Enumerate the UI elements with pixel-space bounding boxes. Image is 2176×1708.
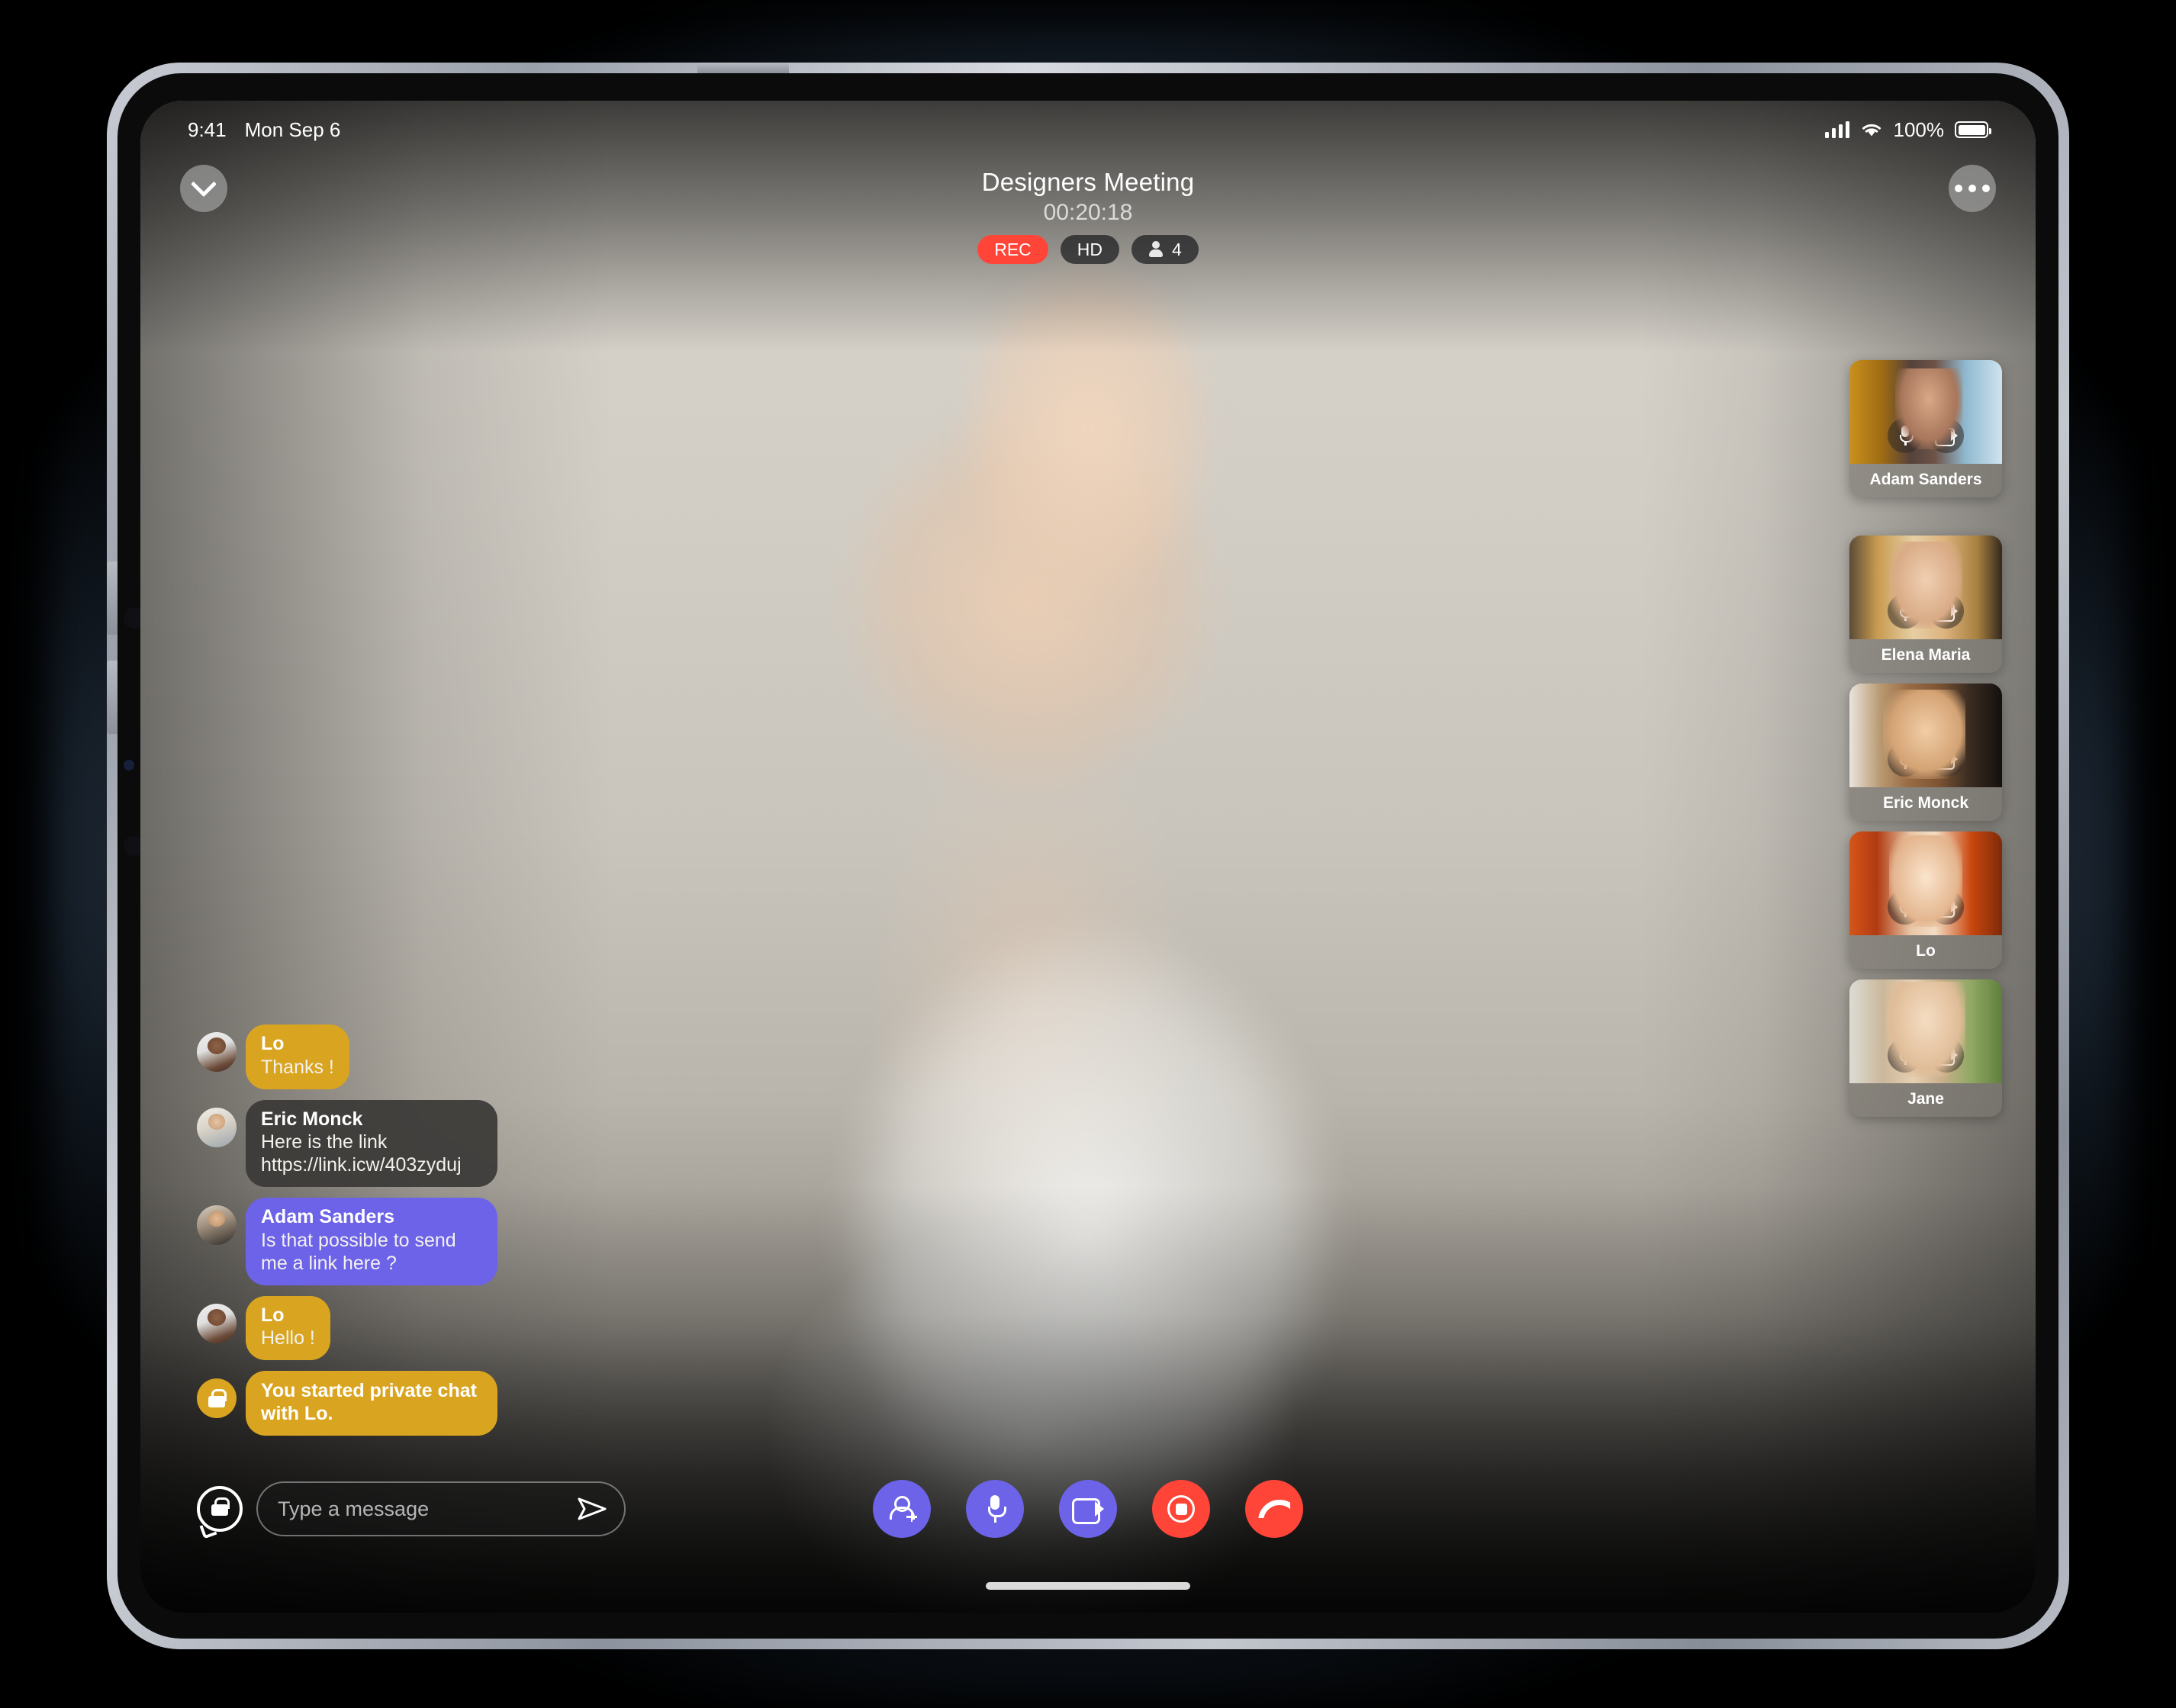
participant-name: Eric Monck [1882,794,1969,812]
participant-name: Lo [1916,942,1936,960]
meeting-info: Designers Meeting 00:20:18 REC HD 4 [977,168,1199,264]
video-camera-icon[interactable] [1929,1037,1964,1073]
participants-count: 4 [1172,239,1182,259]
people-icon [1148,241,1165,258]
microphone-icon[interactable] [1888,889,1923,925]
status-time: 9:41 [188,117,227,141]
stop-recording-button[interactable] [1152,1480,1210,1538]
chat-system-message: You started private chat with Lo. [197,1371,525,1436]
chevron-down-icon [191,171,217,198]
call-timer: 00:20:18 [1043,200,1133,225]
volume-down-button[interactable] [107,661,117,734]
participant-tile-jane[interactable]: Jane [1849,979,2002,1117]
end-call-button[interactable] [1245,1480,1303,1538]
message-sender: Lo [261,1033,285,1054]
home-indicator[interactable] [986,1582,1190,1590]
camera-button[interactable] [1059,1480,1117,1538]
send-icon[interactable] [577,1496,607,1522]
video-camera-icon[interactable] [1929,418,1964,453]
system-bubble: You started private chat with Lo. [246,1371,497,1436]
more-options-button[interactable] [1949,165,1996,212]
microphone-button[interactable] [966,1480,1024,1538]
participants-badge[interactable]: 4 [1131,235,1199,264]
lock-chat-bubble-icon[interactable] [197,1486,243,1539]
avatar [197,1032,237,1072]
avatar [197,1205,237,1245]
status-bar: 9:41 Mon Sep 6 100% [140,101,2036,159]
participant-tile-lo[interactable]: Lo [1849,831,2002,969]
chat-bubble[interactable]: Lo Thanks ! [246,1024,349,1089]
battery-icon [1955,121,1991,138]
avatar [197,1107,237,1147]
participant-tile-eric-monck[interactable]: Eric Monck [1849,684,2002,821]
meeting-title: Designers Meeting [981,168,1195,196]
participant-tile-elena-maria[interactable]: Elena Maria [1849,536,2002,673]
add-user-icon [889,1496,917,1522]
microphone-icon[interactable] [1888,418,1923,453]
cellular-signal-icon [1824,121,1849,138]
message-text: Here is the link https://link.icw/403zyd… [261,1131,462,1176]
participant-rail: Adam Sanders Elena Maria Eric Monck Lo J… [1849,360,2002,1127]
participant-name: Jane [1907,1090,1944,1108]
power-button[interactable] [697,63,789,73]
video-camera-icon[interactable] [1929,889,1964,925]
chat-panel: Lo Thanks ! Eric Monck Here is the link … [197,1014,525,1436]
system-message-text: You started private chat with Lo. [261,1380,477,1424]
video-camera-icon [1072,1498,1104,1524]
hd-badge[interactable]: HD [1060,235,1119,264]
microphone-icon[interactable] [1888,593,1923,629]
sensor-led [124,760,134,770]
message-text: Hello ! [261,1327,315,1349]
microphone-icon[interactable] [1888,741,1923,777]
chat-message[interactable]: Adam Sanders Is that possible to send me… [197,1198,525,1285]
participant-thumbnail [1849,536,2002,639]
bottom-bar [140,1463,2036,1539]
canvas: 9:41 Mon Sep 6 100% Designers Meeting 00… [0,0,2176,1708]
message-sender: Lo [261,1304,285,1326]
chat-message[interactable]: Eric Monck Here is the link https://link… [197,1099,525,1187]
more-options-icon [1955,185,1990,192]
stop-record-icon [1167,1495,1195,1523]
minimize-button[interactable] [180,165,227,212]
chat-bubble[interactable]: Eric Monck Here is the link https://link… [246,1099,497,1187]
chat-bubble[interactable]: Adam Sanders Is that possible to send me… [246,1198,497,1285]
participant-name: Elena Maria [1881,646,1971,664]
participant-tile-adam-sanders[interactable]: Adam Sanders [1849,360,2002,497]
message-sender: Eric Monck [261,1108,363,1130]
screen: 9:41 Mon Sep 6 100% Designers Meeting 00… [140,101,2036,1613]
microphone-icon [988,1495,1006,1523]
search-input message-input[interactable] [278,1497,560,1521]
status-date: Mon Sep 6 [244,117,341,141]
message-sender: Adam Sanders [261,1206,395,1227]
video-camera-icon[interactable] [1929,741,1964,777]
participant-thumbnail [1849,831,2002,935]
message-text: Is that possible to send me a link here … [261,1229,456,1274]
end-call-icon [1258,1500,1290,1518]
status-badges: REC HD 4 [977,235,1199,264]
tablet-bezel: 9:41 Mon Sep 6 100% Designers Meeting 00… [107,63,2059,1639]
microphone-icon[interactable] [1888,1037,1923,1073]
volume-up-button[interactable] [107,561,117,635]
tablet-device: 9:41 Mon Sep 6 100% Designers Meeting 00… [107,63,2069,1649]
avatar [197,1303,237,1343]
chat-bubble[interactable]: Lo Hello ! [246,1295,330,1360]
participant-thumbnail [1849,684,2002,787]
chat-message[interactable]: Lo Hello ! [197,1295,525,1360]
message-text: Thanks ! [261,1056,334,1078]
recording-badge[interactable]: REC [977,235,1048,264]
message-composer [197,1481,626,1539]
call-header: Designers Meeting 00:20:18 REC HD 4 [140,165,2036,264]
video-camera-icon[interactable] [1929,593,1964,629]
message-input-wrapper[interactable] [256,1481,626,1536]
add-participant-button[interactable] [873,1480,931,1538]
battery-percent: 100% [1893,117,1945,141]
wifi-icon [1862,124,1881,137]
call-controls [873,1480,1303,1538]
participant-thumbnail [1849,979,2002,1083]
lock-icon [197,1378,237,1418]
chat-message[interactable]: Lo Thanks ! [197,1024,525,1089]
participant-thumbnail [1849,360,2002,464]
participant-name: Adam Sanders [1869,471,1982,488]
